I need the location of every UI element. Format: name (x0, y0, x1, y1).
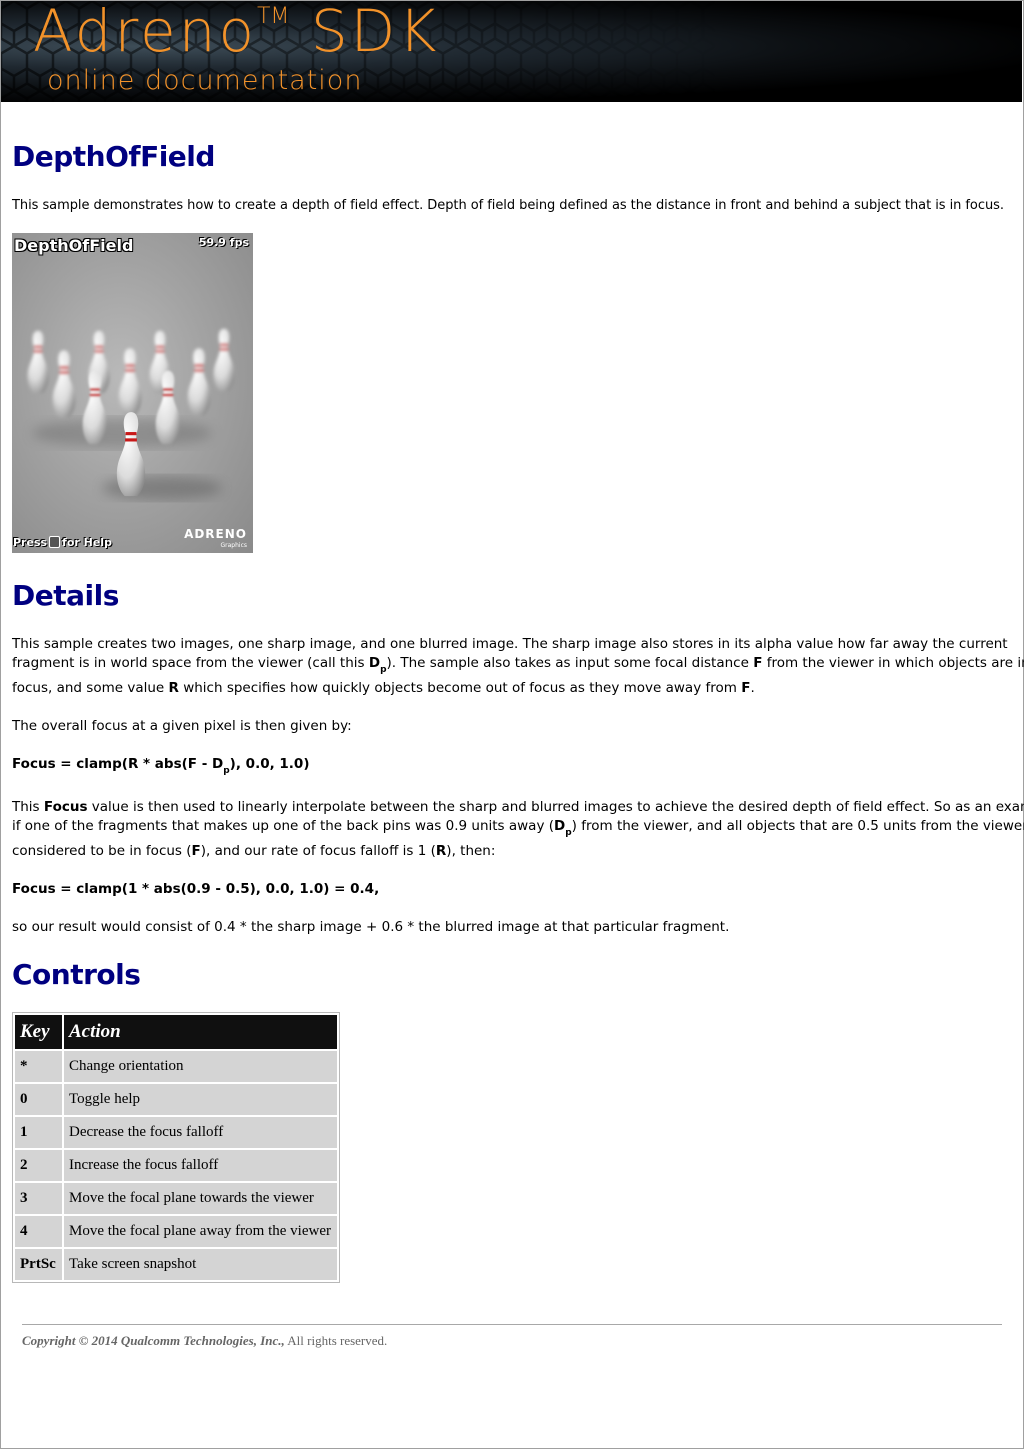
details-paragraph-1-line-2: fragment is in world space from the view… (12, 655, 1024, 675)
action-cell: Toggle help (64, 1084, 337, 1115)
footer-divider (22, 1324, 1002, 1325)
page-title: DepthOfField (12, 140, 215, 173)
table-row: 0 Toggle help (15, 1084, 337, 1115)
table-row: 3 Move the focal plane towards the viewer (15, 1183, 337, 1214)
table-row: * Change orientation (15, 1051, 337, 1082)
action-cell: Change orientation (64, 1051, 337, 1082)
details-paragraph-3-line-1: This Focus value is then used to linearl… (12, 799, 1024, 815)
bowling-pins-image (27, 328, 235, 500)
fps-counter: 59.9 fps (198, 236, 249, 249)
screenshot-title: DepthOfField (14, 236, 134, 255)
key-cell: 3 (15, 1183, 62, 1214)
details-paragraph-4: so our result would consist of 0.4 * the… (12, 919, 730, 935)
controls-heading: Controls (12, 958, 141, 991)
key-icon (49, 536, 61, 548)
banner-title: AdrenoTM SDK (33, 1, 440, 65)
action-cell: Move the focal plane away from the viewe… (64, 1216, 337, 1247)
focus-example-formula: Focus = clamp(1 * abs(0.9 - 0.5), 0.0, 1… (12, 881, 380, 897)
table-row: 2 Increase the focus falloff (15, 1150, 337, 1181)
action-cell: Take screen snapshot (64, 1249, 337, 1280)
key-cell: 4 (15, 1216, 62, 1247)
copyright-notice: Copyright © 2014 Qualcomm Technologies, … (22, 1333, 388, 1348)
action-cell: Decrease the focus falloff (64, 1117, 337, 1148)
table-row: 1 Decrease the focus falloff (15, 1117, 337, 1148)
focus-formula: Focus = clamp(R * abs(F - Dp), 0.0, 1.0) (12, 756, 310, 776)
adreno-logo-sub: Graphics (220, 542, 248, 549)
intro-paragraph: This sample demonstrates how to create a… (12, 198, 1004, 213)
details-heading: Details (12, 579, 119, 612)
details-paragraph-3-line-3: considered to be in focus (F), and our r… (12, 843, 496, 859)
details-paragraph-1-line-1: This sample creates two images, one shar… (12, 636, 1008, 652)
adreno-logo: ADRENO (184, 527, 247, 541)
banner-subtitle: online documentation (47, 65, 363, 96)
header-banner: AdrenoTM SDK online documentation (1, 1, 1022, 102)
sample-screenshot: DepthOfField 59.9 fps Press for Help ADRE… (12, 233, 253, 553)
key-cell: PrtSc (15, 1249, 62, 1280)
key-cell: * (15, 1051, 62, 1082)
key-cell: 2 (15, 1150, 62, 1181)
details-paragraph-3-line-2: if one of the fragments that makes up on… (12, 818, 1024, 838)
column-header-key: Key (15, 1015, 62, 1049)
trademark-mark: TM (256, 4, 290, 29)
details-paragraph-1-line-3: focus, and some value R which specifies … (12, 680, 755, 696)
help-hint: Press for Help (13, 536, 112, 549)
table-row: 4 Move the focal plane away from the view… (15, 1216, 337, 1247)
key-cell: 0 (15, 1084, 62, 1115)
action-cell: Move the focal plane towards the viewer (64, 1183, 337, 1214)
action-cell: Increase the focus falloff (64, 1150, 337, 1181)
details-paragraph-2: The overall focus at a given pixel is th… (12, 718, 352, 734)
key-cell: 1 (15, 1117, 62, 1148)
table-row: PrtSc Take screen snapshot (15, 1249, 337, 1280)
table-header-row: Key Action (15, 1015, 337, 1049)
column-header-action: Action (64, 1015, 337, 1049)
controls-table: Key Action * Change orientation 0 Toggle h… (12, 1012, 340, 1283)
